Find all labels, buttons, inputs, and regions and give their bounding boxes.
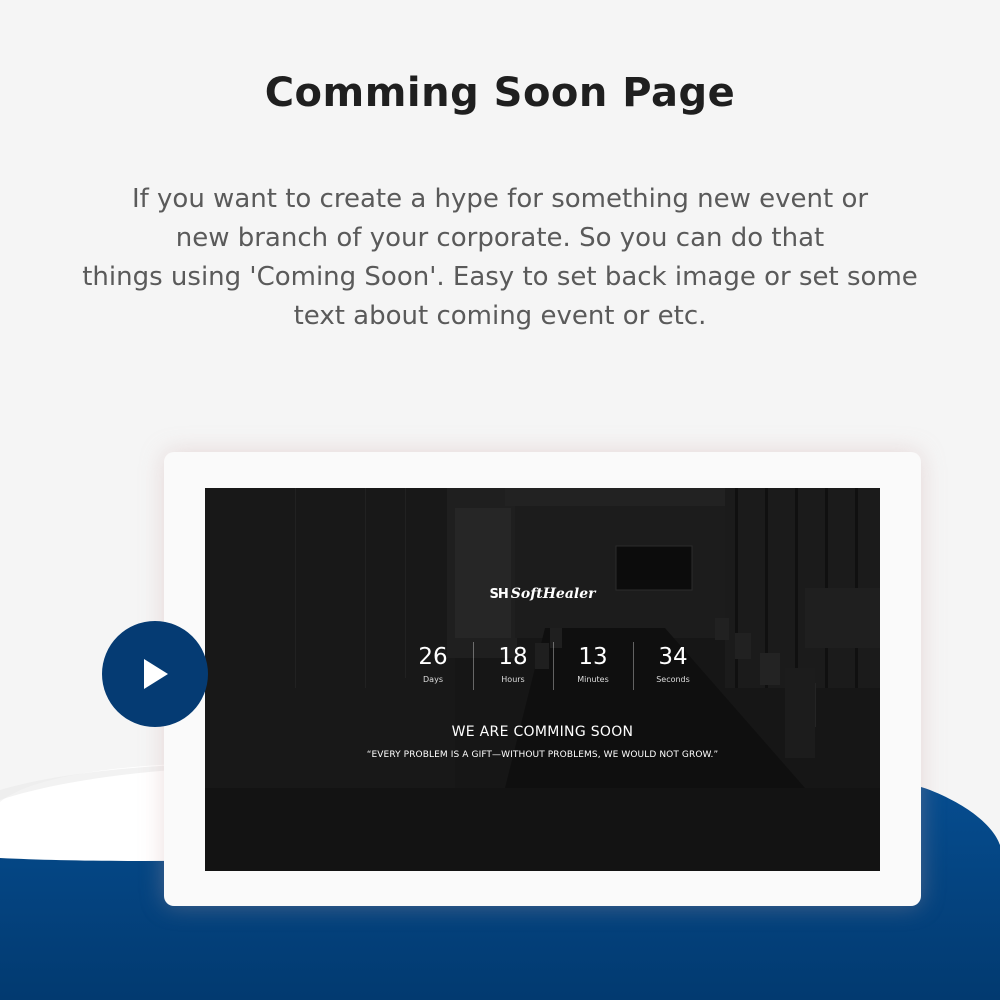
logo-text: SoftHealer [510, 586, 596, 602]
countdown-hours: 18 Hours [473, 640, 553, 692]
countdown-value: 18 [498, 644, 528, 670]
countdown-timer: 26 Days 18 Hours 13 Minutes 34 Seconds [393, 640, 713, 692]
countdown-minutes: 13 Minutes [553, 640, 633, 692]
play-icon [144, 659, 168, 689]
coming-soon-preview: SH SoftHealer 26 Days 18 Hours 13 Minutes… [205, 488, 880, 871]
countdown-seconds: 34 Seconds [633, 640, 713, 692]
description-line: text about coming event or etc. [293, 301, 707, 331]
countdown-label: Minutes [577, 675, 609, 684]
logo-icon: SH [489, 587, 509, 602]
countdown-value: 34 [658, 644, 688, 670]
preview-card: SH SoftHealer 26 Days 18 Hours 13 Minutes… [164, 452, 921, 906]
countdown-label: Days [423, 675, 443, 684]
coming-soon-quote: “EVERY PROBLEM IS A GIFT—WITHOUT PROBLEM… [366, 750, 719, 760]
coming-soon-headline: WE ARE COMMING SOON [451, 724, 634, 740]
countdown-label: Hours [501, 675, 525, 684]
countdown-label: Seconds [656, 675, 690, 684]
description-line: new branch of your corporate. So you can… [175, 223, 825, 253]
softhealer-logo: SH SoftHealer [205, 586, 880, 602]
countdown-value: 13 [578, 644, 608, 670]
page-title: Comming Soon Page [264, 70, 736, 116]
description-line: things using 'Coming Soon'. Easy to set … [82, 262, 918, 292]
play-button[interactable] [102, 621, 208, 727]
description: If you want to create a hype for somethi… [40, 180, 960, 336]
countdown-days: 26 Days [393, 640, 473, 692]
countdown-value: 26 [418, 644, 448, 670]
description-line: If you want to create a hype for somethi… [131, 184, 869, 214]
